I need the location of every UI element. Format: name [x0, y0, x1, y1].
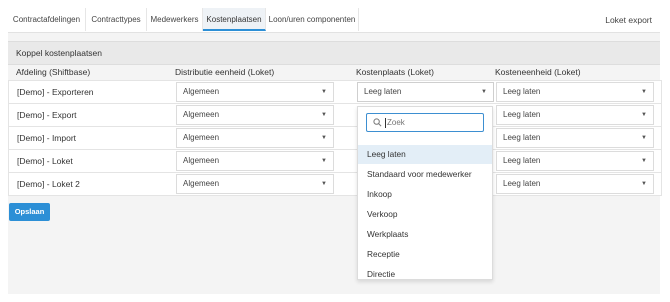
row-afdeling-label: [Demo] - Exporteren [17, 87, 94, 97]
tab-kostenplaatsen[interactable]: Kostenplaatsen [203, 8, 266, 31]
distributie-select[interactable]: Algemeen ▼ [176, 82, 334, 102]
dropdown-option-leeg-laten[interactable]: Leeg laten [358, 145, 492, 164]
chevron-down-icon: ▼ [641, 181, 647, 187]
select-value: Algemeen [183, 133, 220, 142]
row-afdeling-label: [Demo] - Export [17, 110, 77, 120]
koppel-kostenplaatsen-panel: Contractafdelingen Contracttypes Medewer… [8, 8, 662, 294]
tab-medewerkers[interactable]: Medewerkers [147, 8, 203, 31]
kosteneenheid-select[interactable]: Leeg laten ▼ [496, 151, 654, 171]
select-value: Leeg laten [503, 110, 541, 119]
chevron-down-icon: ▼ [641, 135, 647, 141]
select-value: Leeg laten [503, 133, 541, 142]
select-value: Algemeen [183, 179, 220, 188]
table-row: [Demo] - Loket 2 Algemeen ▼ Leeg laten ▼ [8, 172, 662, 196]
dropdown-search-box[interactable] [366, 113, 484, 132]
search-input[interactable] [387, 115, 477, 130]
column-header-distributie: Distributie eenheid (Loket) [175, 67, 275, 77]
text-caret [385, 118, 386, 128]
column-header-kosteneenheid: Kosteneenheid (Loket) [495, 67, 581, 77]
dropdown-option-verkoop[interactable]: Verkoop [358, 205, 492, 224]
tab-loon-uren-componenten[interactable]: Loon/uren componenten [266, 8, 359, 31]
select-value: Leeg laten [503, 87, 541, 96]
chevron-down-icon: ▼ [641, 112, 647, 118]
chevron-down-icon: ▼ [321, 89, 327, 95]
section-title: Koppel kostenplaatsen [16, 48, 103, 58]
select-value: Algemeen [183, 87, 220, 96]
kosteneenheid-select[interactable]: Leeg laten ▼ [496, 128, 654, 148]
table-row: [Demo] - Loket Algemeen ▼ Leeg laten ▼ [8, 149, 662, 173]
dropdown-option-werkplaats[interactable]: Werkplaats [358, 225, 492, 244]
chevron-down-icon: ▼ [321, 135, 327, 141]
row-afdeling-label: [Demo] - Import [17, 133, 77, 143]
chevron-down-icon: ▼ [321, 158, 327, 164]
select-value: Algemeen [183, 156, 220, 165]
table-row: [Demo] - Import Algemeen ▼ Leeg laten ▼ [8, 126, 662, 150]
chevron-down-icon: ▼ [321, 181, 327, 187]
save-button[interactable]: Opslaan [9, 203, 50, 221]
kostenplaats-dropdown: Leeg laten Standaard voor medewerker Ink… [357, 106, 493, 280]
kosteneenheid-select[interactable]: Leeg laten ▼ [496, 174, 654, 194]
kosteneenheid-select[interactable]: Leeg laten ▼ [496, 105, 654, 125]
kostenplaats-select[interactable]: Leeg laten ▼ [357, 82, 494, 102]
search-icon [373, 118, 382, 127]
distributie-select[interactable]: Algemeen ▼ [176, 105, 334, 125]
dropdown-option-directie[interactable]: Directie [358, 265, 492, 284]
select-value: Algemeen [183, 110, 220, 119]
loket-export-label: Loket export [605, 15, 652, 25]
tab-contractafdelingen[interactable]: Contractafdelingen [8, 8, 86, 31]
chevron-down-icon: ▼ [321, 112, 327, 118]
chevron-down-icon: ▼ [641, 158, 647, 164]
table-row: [Demo] - Export Algemeen ▼ Leeg laten ▼ [8, 103, 662, 127]
row-afdeling-label: [Demo] - Loket 2 [17, 179, 80, 189]
select-value: Leeg laten [503, 156, 541, 165]
select-value: Leeg laten [364, 87, 402, 96]
distributie-select[interactable]: Algemeen ▼ [176, 151, 334, 171]
dropdown-option-receptie[interactable]: Receptie [358, 245, 492, 264]
column-header-afdeling: Afdeling (Shiftbase) [16, 67, 91, 77]
column-header-kostenplaats: Kostenplaats (Loket) [356, 67, 434, 77]
chevron-down-icon: ▼ [481, 89, 487, 95]
section-header: Koppel kostenplaatsen [8, 41, 660, 65]
dropdown-option-standaard-voor-medewerker[interactable]: Standaard voor medewerker [358, 165, 492, 184]
table-row: [Demo] - Exporteren Algemeen ▼ Leeg late… [8, 80, 662, 104]
tab-contracttypes[interactable]: Contracttypes [86, 8, 147, 31]
distributie-select[interactable]: Algemeen ▼ [176, 174, 334, 194]
tab-bar: Contractafdelingen Contracttypes Medewer… [8, 8, 660, 33]
row-afdeling-label: [Demo] - Loket [17, 156, 73, 166]
dropdown-option-inkoop[interactable]: Inkoop [358, 185, 492, 204]
kosteneenheid-select[interactable]: Leeg laten ▼ [496, 82, 654, 102]
chevron-down-icon: ▼ [641, 89, 647, 95]
select-value: Leeg laten [503, 179, 541, 188]
distributie-select[interactable]: Algemeen ▼ [176, 128, 334, 148]
